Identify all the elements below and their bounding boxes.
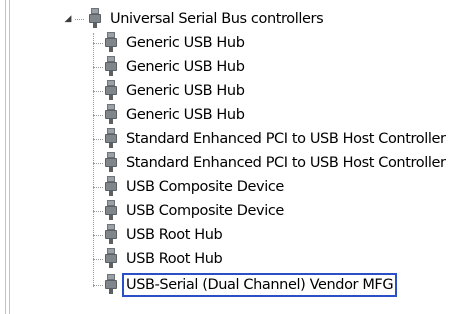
usb-connector-icon — [104, 176, 118, 198]
tree-node-composite-device[interactable]: USB Composite Device — [0, 199, 454, 223]
usb-connector-icon — [104, 56, 118, 78]
tree-connector — [93, 67, 103, 68]
usb-connector-icon — [104, 274, 118, 296]
tree-node-label: Generic USB Hub — [126, 107, 245, 123]
tree-node-root-hub[interactable]: USB Root Hub — [0, 223, 454, 247]
tree-node-label: USB Composite Device — [126, 203, 284, 219]
tree-connector — [93, 163, 103, 164]
tree-connector — [93, 235, 103, 236]
tree-connector — [93, 115, 103, 116]
usb-connector-icon — [104, 224, 118, 246]
tree-node-usb-serial-selected[interactable]: USB-Serial (Dual Channel) Vendor MFG — [0, 273, 454, 297]
tree-node-label: Generic USB Hub — [126, 59, 245, 75]
tree-node-composite-device[interactable]: USB Composite Device — [0, 175, 454, 199]
usb-connector-icon — [104, 80, 118, 102]
tree-connector — [93, 139, 103, 140]
tree-node-generic-usb-hub[interactable]: Generic USB Hub — [0, 79, 454, 103]
tree-node-label-selected: USB-Serial (Dual Channel) Vendor MFG — [122, 273, 398, 297]
usb-connector-icon — [104, 104, 118, 126]
tree-node-label: Universal Serial Bus controllers — [110, 11, 324, 27]
tree-node-root-hub[interactable]: USB Root Hub — [0, 247, 454, 271]
tree-node-label: Standard Enhanced PCI to USB Host Contro… — [126, 155, 446, 171]
tree-connector — [93, 211, 103, 212]
tree-connector — [93, 259, 103, 260]
usb-connector-icon — [104, 152, 118, 174]
tree-connector — [93, 43, 103, 44]
usb-connector-icon — [104, 32, 118, 54]
tree-node-label: USB Root Hub — [126, 251, 223, 267]
tree-node-generic-usb-hub[interactable]: Generic USB Hub — [0, 103, 454, 127]
tree-connector — [93, 187, 103, 188]
tree-node-host-controller[interactable]: Standard Enhanced PCI to USB Host Contro… — [0, 127, 454, 151]
tree-node-label: USB Composite Device — [126, 179, 284, 195]
usb-connector-icon — [88, 8, 102, 30]
tree-node-host-controller[interactable]: Standard Enhanced PCI to USB Host Contro… — [0, 151, 454, 175]
tree-connector — [93, 285, 103, 286]
tree-node-label: Generic USB Hub — [126, 83, 245, 99]
collapse-arrow-icon[interactable]: ◢ — [63, 14, 73, 24]
tree-node-generic-usb-hub[interactable]: Generic USB Hub — [0, 55, 454, 79]
tree-node-label: Generic USB Hub — [126, 35, 245, 51]
usb-connector-icon — [104, 248, 118, 270]
device-tree: ◢ Universal Serial Bus controllers Gener… — [0, 0, 454, 314]
usb-connector-icon — [104, 200, 118, 222]
tree-connector — [75, 19, 84, 20]
tree-node-usb-controllers[interactable]: ◢ Universal Serial Bus controllers — [0, 7, 454, 31]
tree-connector — [93, 91, 103, 92]
tree-node-generic-usb-hub[interactable]: Generic USB Hub — [0, 31, 454, 55]
tree-node-label: Standard Enhanced PCI to USB Host Contro… — [126, 131, 446, 147]
usb-connector-icon — [104, 128, 118, 150]
tree-node-label: USB Root Hub — [126, 227, 223, 243]
